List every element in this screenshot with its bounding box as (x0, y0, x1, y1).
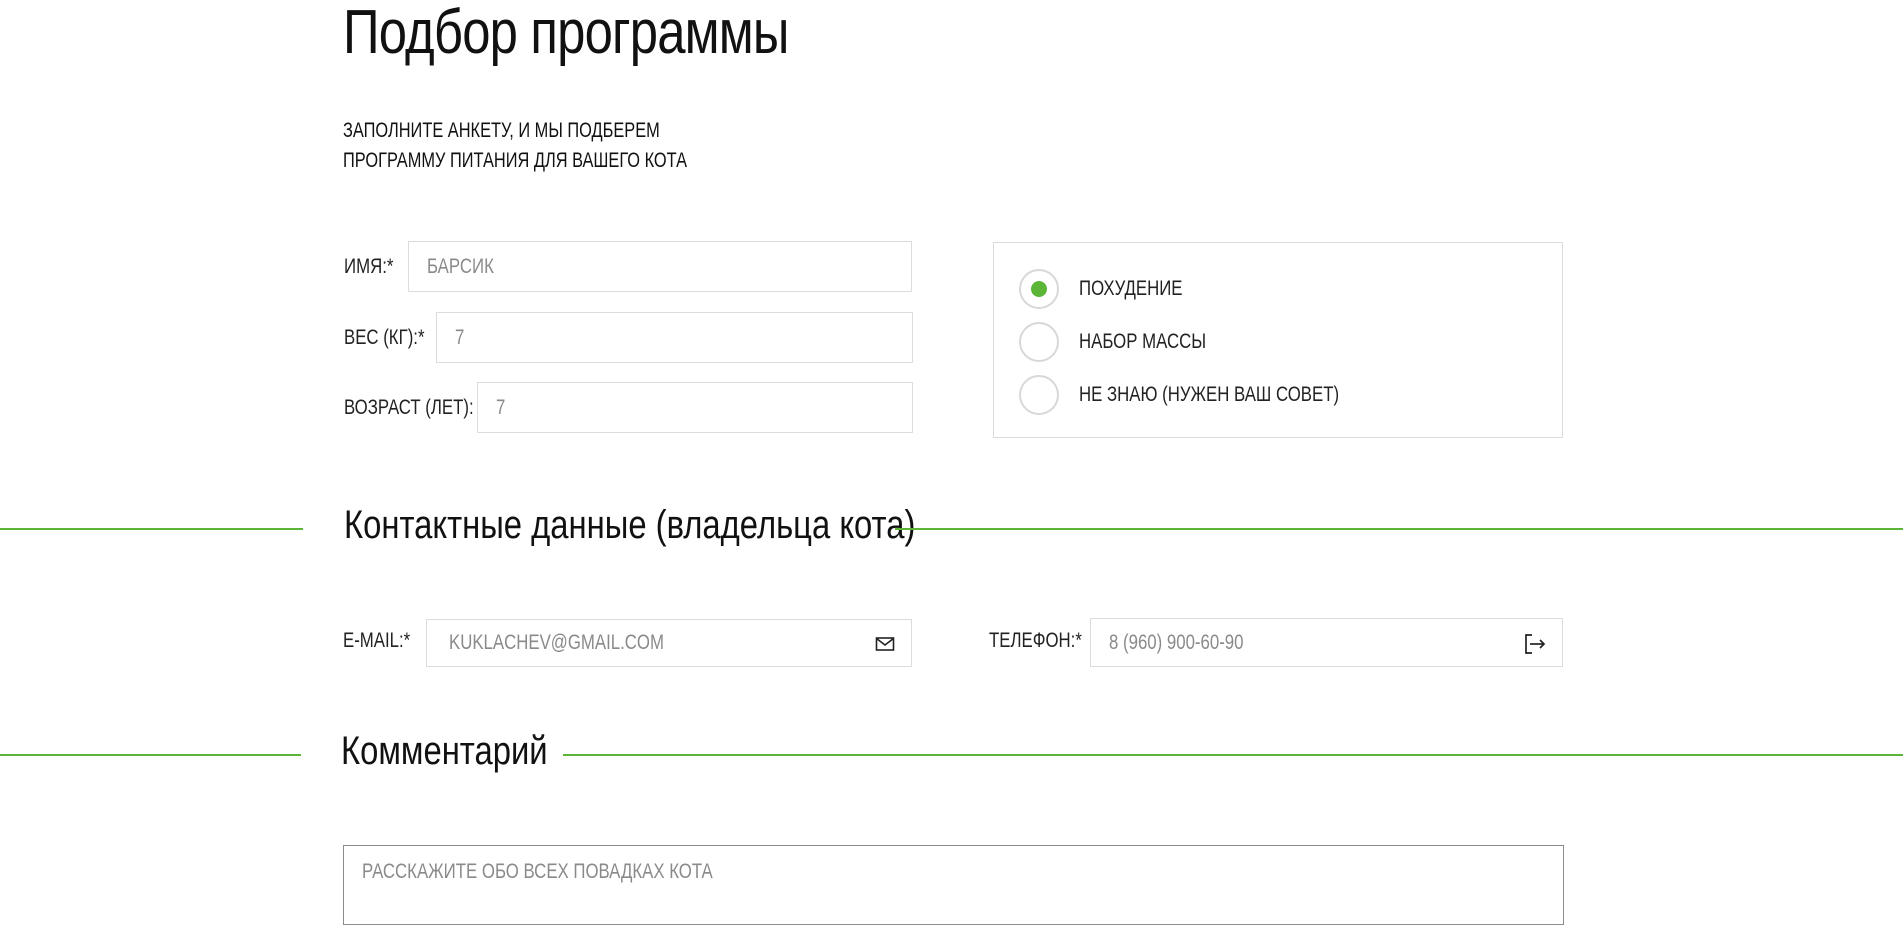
section-divider-right (895, 528, 1903, 530)
section-divider-left (0, 528, 303, 530)
goal-option-weight-loss[interactable]: ПОХУДЕНИЕ (1019, 269, 1579, 309)
cat-name-placeholder: БАРСИК (427, 254, 494, 278)
cat-weight-label: ВЕС (КГ):* (344, 326, 425, 349)
phone-input[interactable]: 8 (960) 900-60-90 (1090, 618, 1563, 667)
envelope-icon (875, 637, 895, 651)
cat-weight-value: 7 (455, 325, 465, 349)
cat-name-input[interactable]: БАРСИК (408, 241, 912, 292)
radio-button[interactable] (1019, 375, 1059, 415)
page-title: Подбор программы (343, 0, 789, 67)
page-subtitle: ЗАПОЛНИТЕ АНКЕТУ, И МЫ ПОДБЕРЕМ ПРОГРАММ… (343, 116, 687, 176)
cat-weight-input[interactable]: 7 (436, 312, 913, 363)
comment-textarea[interactable]: РАССКАЖИТЕ ОБО ВСЕХ ПОВАДКАХ КОТА (343, 845, 1564, 925)
cat-name-label: ИМЯ:* (344, 255, 394, 278)
comment-placeholder: РАССКАЖИТЕ ОБО ВСЕХ ПОВАДКАХ КОТА (362, 860, 713, 883)
email-label: E-MAIL:* (343, 629, 411, 652)
radio-button-selected[interactable] (1019, 269, 1059, 309)
comment-section-title: Комментарий (341, 729, 548, 773)
goal-option-weight-gain[interactable]: НАБОР МАССЫ (1019, 322, 1579, 362)
radio-button[interactable] (1019, 322, 1059, 362)
subtitle-line-1: ЗАПОЛНИТЕ АНКЕТУ, И МЫ ПОДБЕРЕМ (343, 119, 660, 142)
email-placeholder: KUKLACHEV@GMAIL.COM (449, 631, 664, 654)
goal-option-label: НЕ ЗНАЮ (НУЖЕН ВАШ СОВЕТ) (1079, 383, 1340, 406)
email-input[interactable]: KUKLACHEV@GMAIL.COM (426, 619, 912, 667)
goal-option-label: ПОХУДЕНИЕ (1079, 277, 1183, 300)
phone-label: ТЕЛЕФОН:* (989, 629, 1082, 652)
goal-option-need-advice[interactable]: НЕ ЗНАЮ (НУЖЕН ВАШ СОВЕТ) (1019, 375, 1579, 415)
goal-option-label: НАБОР МАССЫ (1079, 330, 1207, 353)
cat-age-input[interactable]: 7 (477, 382, 913, 433)
section-divider-right (563, 754, 1903, 756)
subtitle-line-2: ПРОГРАММУ ПИТАНИЯ ДЛЯ ВАШЕГО КОТА (343, 149, 688, 172)
contacts-section-title: Контактные данные (владельца кота) (344, 503, 916, 547)
radio-dot-icon (1031, 281, 1047, 297)
cat-age-value: 7 (496, 395, 506, 419)
phone-login-icon (1525, 634, 1546, 654)
section-divider-left (0, 754, 301, 756)
phone-placeholder: 8 (960) 900-60-90 (1109, 630, 1244, 654)
cat-age-label: ВОЗРАСТ (ЛЕТ): (344, 396, 474, 419)
